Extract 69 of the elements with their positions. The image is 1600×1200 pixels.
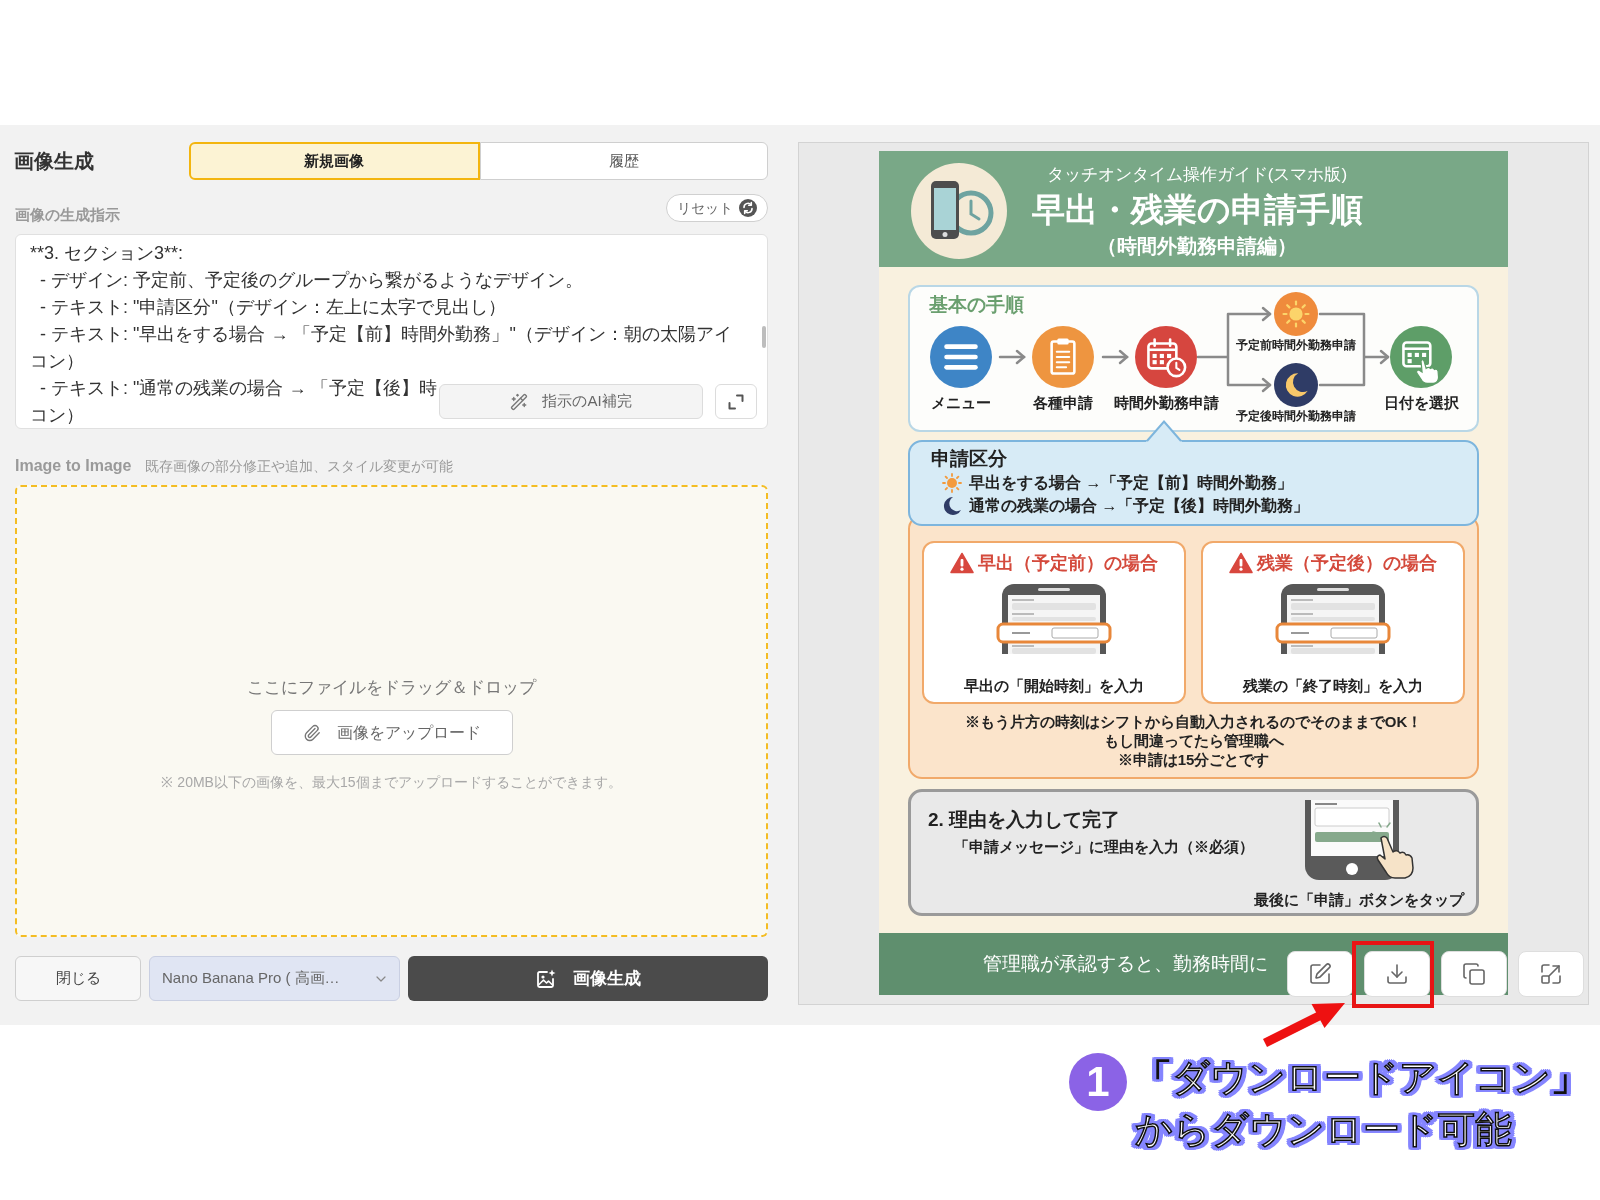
copy-button[interactable] [1441,951,1507,997]
card-heading: 基本の手順 [929,293,1024,317]
upload-button[interactable]: 画像をアップロード [270,710,513,755]
moon-icon [942,495,962,516]
moon-icon [1274,363,1318,407]
close-button[interactable]: 閉じる [15,956,141,1001]
step-label: 予定後時間外勤務申請 [1236,409,1356,424]
sun-icon [1274,292,1318,336]
arrow-connector [1101,349,1129,365]
generate-button[interactable]: 画像生成 [408,956,768,1001]
magic-wand-icon [510,392,529,411]
download-button[interactable] [1364,951,1430,997]
step-number-badge: 1 [1069,1053,1127,1111]
footer-text: 管理職が承認すると、勤務時間に [983,952,1268,976]
callout-text: からダウンロード可能 [1135,1108,1513,1152]
category-item: 早出をする場合 →「予定【前】時間外勤務」 [969,472,1294,493]
expand-icon [1539,962,1563,986]
scrollbar-thumb[interactable] [762,326,766,348]
case-caption: 残業の「終了時刻」を入力 [1243,676,1423,696]
note-text: もし間違ってたら管理職へ [1103,731,1284,750]
guide-title: 早出・残業の申請手順 [1031,190,1363,230]
category-item: 通常の残業の場合 →「予定【後】時間外勤務」 [969,495,1310,516]
category-heading: 申請区分 [931,447,1008,471]
warning-icon [1229,552,1253,574]
section-label: Image to Image [15,456,132,476]
step-label: 時間外勤務申請 [1113,394,1219,412]
model-select[interactable]: Nano Banana Pro ( 高画… [149,956,400,1001]
menu-icon [930,326,992,388]
upload-note: ※ 20MB以下の画像を、最大15個までアップロードすることができます。 [161,773,622,792]
edit-button[interactable] [1287,951,1353,997]
expand-icon [728,393,744,410]
clipboard-icon [1032,326,1094,388]
warning-icon [950,552,974,574]
drop-hint: ここにファイルをドラッグ＆ドロップ [247,677,536,699]
case-caption: 早出の「開始時刻」を入力 [964,676,1144,696]
panel-title: 画像生成 [14,149,95,174]
step-title: 2. 理由を入力して完了 [928,808,1122,832]
step-label: 各種申請 [1033,394,1093,412]
copy-icon [1462,962,1486,986]
step-caption: 最後に「申請」ボタンをタップ [1254,890,1464,910]
edit-icon [1308,962,1332,986]
field-label: 画像の生成指示 [15,205,120,225]
step-label: 予定前時間外勤務申請 [1236,338,1356,353]
arrow-connector [998,349,1026,365]
case-title: 早出（予定前）の場合 [978,552,1158,575]
sun-icon [942,472,962,493]
callout-text: 「ダウンロードアイコン」 [1135,1056,1588,1100]
section-description: 既存画像の部分修正や追加、スタイル変更が可能 [145,456,454,476]
tab[interactable]: 新規画像 [189,142,480,180]
step-label: 日付を選択 [1383,394,1459,412]
expand-button[interactable] [1518,951,1584,997]
guide-subtitle: タッチオンタイム操作ガイド(スマホ版) [1046,164,1348,186]
expand-editor-button[interactable] [715,384,757,419]
guide-edition: （時間外勤務申請編） [1097,234,1297,258]
drop-zone[interactable]: ここにファイルをドラッグ＆ドロップ 画像をアップロード ※ 20MB以下の画像を、最大15個までアップロードすることができます。 [15,485,768,937]
note-text: ※申請は15分ごとです [1117,750,1270,769]
download-icon [1385,962,1409,986]
step-text: 「申請メッセージ」に理由を入力（※必須） [953,837,1254,857]
step-label: メニュー [931,394,991,412]
refresh-icon [739,199,757,217]
reset-button[interactable]: リセット [666,194,768,222]
ai-complete-button[interactable]: 指示のAI補完 [439,384,703,419]
calendar-clock-icon [1135,326,1197,388]
tab[interactable]: 履歴 [479,142,768,180]
note-text: ※もう片方の時刻はシフトから自動入力されるのでそのままでOK！ [964,712,1423,731]
calendar-hand-icon [1390,326,1452,388]
phone-clock-icon [911,163,1007,259]
paperclip-icon [302,723,321,742]
case-title: 残業（予定後）の場合 [1257,552,1437,575]
